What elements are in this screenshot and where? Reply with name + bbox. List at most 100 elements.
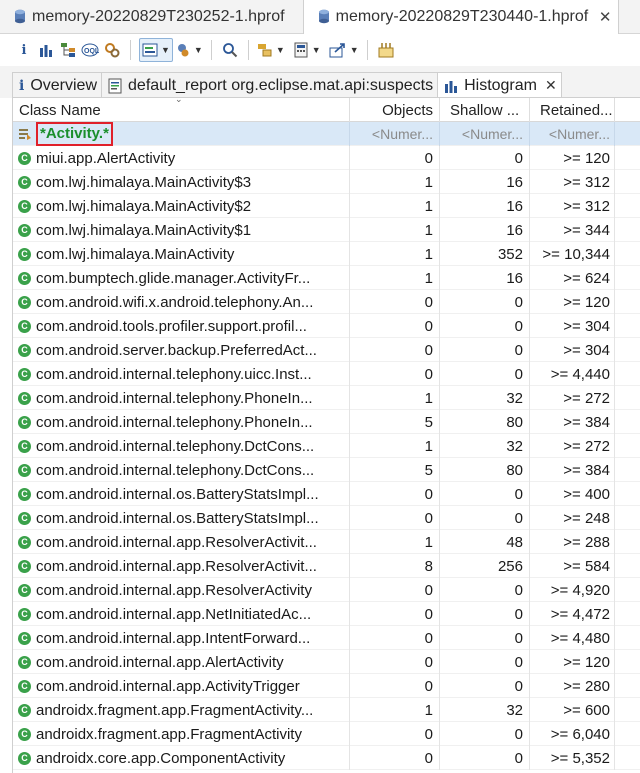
table-row[interactable]: Ccom.android.internal.telephony.uicc.Ins… [13,362,640,386]
objects-cell: 0 [350,146,440,170]
gears-icon [105,43,120,58]
class-name-cell: Ccom.android.internal.app.ActivityTrigge… [13,674,350,698]
objects-cell: 0 [350,650,440,674]
histogram-button[interactable] [36,38,56,62]
group-by-button[interactable]: ▼ [257,38,285,62]
table-row[interactable]: Ccom.android.wifi.x.android.telephony.An… [13,290,640,314]
tab-default-report[interactable]: default_report org.eclipse.mat.api:suspe… [101,72,439,98]
table-row[interactable]: Ccom.android.internal.app.ResolverActivi… [13,554,640,578]
dominator-tree-button[interactable] [58,38,78,62]
tab-label: Histogram [464,76,537,94]
column-header-retained-heap[interactable]: Retained... [530,98,615,122]
compare-button[interactable] [376,38,396,62]
tab-histogram[interactable]: Histogram ✕ [437,72,562,98]
oql-icon: OQL [81,43,99,57]
class-name-cell: Ccom.android.internal.app.IntentForward.… [13,626,350,650]
class-icon: C [18,271,31,285]
retained-heap-cell: >= 312 [530,194,615,218]
column-header-shallow-heap[interactable]: Shallow ... [440,98,530,122]
table-row[interactable]: Ccom.android.internal.telephony.DctCons.… [13,434,640,458]
query-browser-button[interactable]: ▼ [139,38,173,62]
class-name-cell: Ccom.android.internal.app.AlertActivity [13,650,350,674]
shallow-heap-cell: 0 [440,338,530,362]
tab-overview[interactable]: i Overview [12,72,103,98]
objects-cell: 0 [350,722,440,746]
shallow-heap-cell: 256 [440,554,530,578]
shallow-heap-cell: 0 [440,674,530,698]
class-name: com.lwj.himalaya.MainActivity [36,245,235,263]
search-button[interactable] [220,38,240,62]
retained-filter[interactable]: <Numer... [530,122,615,146]
table-row[interactable]: Ccom.android.internal.app.AlertActivity 0… [13,650,640,674]
class-icon: C [18,631,31,645]
table-row[interactable]: Ccom.android.internal.app.IntentForward.… [13,626,640,650]
table-row[interactable]: Ccom.lwj.himalaya.MainActivity$1 1 16 >= 34… [13,218,640,242]
table-row[interactable]: Ccom.android.internal.app.ResolverActivi… [13,530,640,554]
close-icon[interactable]: ✕ [598,8,612,26]
table-row[interactable]: Ccom.android.internal.app.ActivityTrigge… [13,674,640,698]
shallow-heap-cell: 16 [440,218,530,242]
table-row[interactable]: Candroidx.fragment.app.FragmentActivity 0… [13,722,640,746]
class-icon: C [18,607,31,621]
class-name: com.android.internal.app.ResolverActivit… [36,557,317,575]
table-row[interactable]: Ccom.android.internal.os.BatteryStatsImp… [13,482,640,506]
table-row[interactable]: Ccom.lwj.himalaya.MainActivity$3 1 16 >= 31… [13,170,640,194]
table-row[interactable]: Cmiui.app.AlertActivity 0 0 >= 120 [13,146,640,170]
retained-heap-cell: >= 10,344 [530,242,615,266]
class-icon: C [18,439,31,453]
group-icon [257,44,272,57]
shallow-heap-cell: 0 [440,722,530,746]
editor-tab-label: memory-20220829T230440-1.hprof [335,8,589,25]
shallow-heap-cell: 16 [440,170,530,194]
class-name-filter-input[interactable]: *Activity.* [36,122,113,146]
table-header: Class Name ⌄ Objects Shallow ... Retaine… [13,94,640,122]
objects-cell: 0 [350,674,440,698]
editor-tab-heap-dump-1[interactable]: memory-20220829T230252-1.hprof [0,0,291,34]
column-header-objects[interactable]: Objects [350,98,440,122]
table-row[interactable]: Ccom.android.internal.telephony.PhoneIn.… [13,410,640,434]
shallow-heap-cell: 0 [440,506,530,530]
class-name: com.lwj.himalaya.MainActivity$2 [36,197,252,215]
info-button[interactable]: i [14,38,34,62]
class-name-cell: Ccom.android.server.backup.PreferredAct.… [13,338,350,362]
shallow-heap-cell: 0 [440,482,530,506]
table-row[interactable]: Ccom.android.server.backup.PreferredAct.… [13,338,640,362]
find-object-button[interactable]: ▼ [175,38,203,62]
table-row[interactable]: Ccom.android.internal.app.ResolverActivi… [13,578,640,602]
objects-filter[interactable]: <Numer... [350,122,440,146]
close-icon[interactable]: ✕ [545,77,557,94]
retained-heap-cell: >= 288 [530,530,615,554]
chevron-down-icon: ▼ [193,45,203,55]
retained-heap-cell: >= 120 [530,146,615,170]
class-icon: C [18,367,31,381]
objects-cell: 0 [350,602,440,626]
shallow-heap-cell: 32 [440,434,530,458]
editor-tab-heap-dump-2[interactable]: memory-20220829T230440-1.hprof ✕ [302,0,620,34]
oql-button[interactable]: OQL [80,38,100,62]
export-button[interactable]: ▼ [329,38,359,62]
shallow-heap-cell: 0 [440,746,530,770]
table-row[interactable]: Candroidx.fragment.app.FragmentActivity.… [13,698,640,722]
retained-heap-cell: >= 312 [530,170,615,194]
table-row[interactable]: Ccom.android.internal.telephony.DctCons.… [13,458,640,482]
class-icon: C [18,319,31,333]
shallow-filter[interactable]: <Numer... [440,122,530,146]
table-row[interactable]: Ccom.android.internal.telephony.PhoneIn.… [13,386,640,410]
objects-cell: 1 [350,194,440,218]
table-row[interactable]: Ccom.android.internal.app.NetInitiatedAc… [13,602,640,626]
table-row[interactable]: Ccom.lwj.himalaya.MainActivity 1 352 >= 10,… [13,242,640,266]
column-header-class-name[interactable]: Class Name ⌄ [13,94,350,122]
calculate-retained-button[interactable]: ▼ [293,38,321,62]
class-name-cell: Ccom.lwj.himalaya.MainActivity$1 [13,218,350,242]
class-name: com.android.internal.app.IntentForward..… [36,629,311,647]
table-row[interactable]: Ccom.android.tools.profiler.support.prof… [13,314,640,338]
retained-heap-cell: >= 384 [530,410,615,434]
table-row[interactable]: Ccom.android.internal.os.BatteryStatsImp… [13,506,640,530]
table-row[interactable]: Ccom.lwj.himalaya.MainActivity$2 1 16 >= 31… [13,194,640,218]
editor-tab-bar: memory-20220829T230252-1.hprof memory-20… [0,0,640,34]
class-icon: C [18,751,31,765]
heap-dump-overview-button[interactable] [102,38,122,62]
table-row[interactable]: Candroidx.core.app.ComponentActivity 0 0 >=… [13,746,640,770]
table-row[interactable]: Ccom.bumptech.glide.manager.ActivityFr..… [13,266,640,290]
class-name-filter[interactable]: *Activity.* [13,122,350,146]
